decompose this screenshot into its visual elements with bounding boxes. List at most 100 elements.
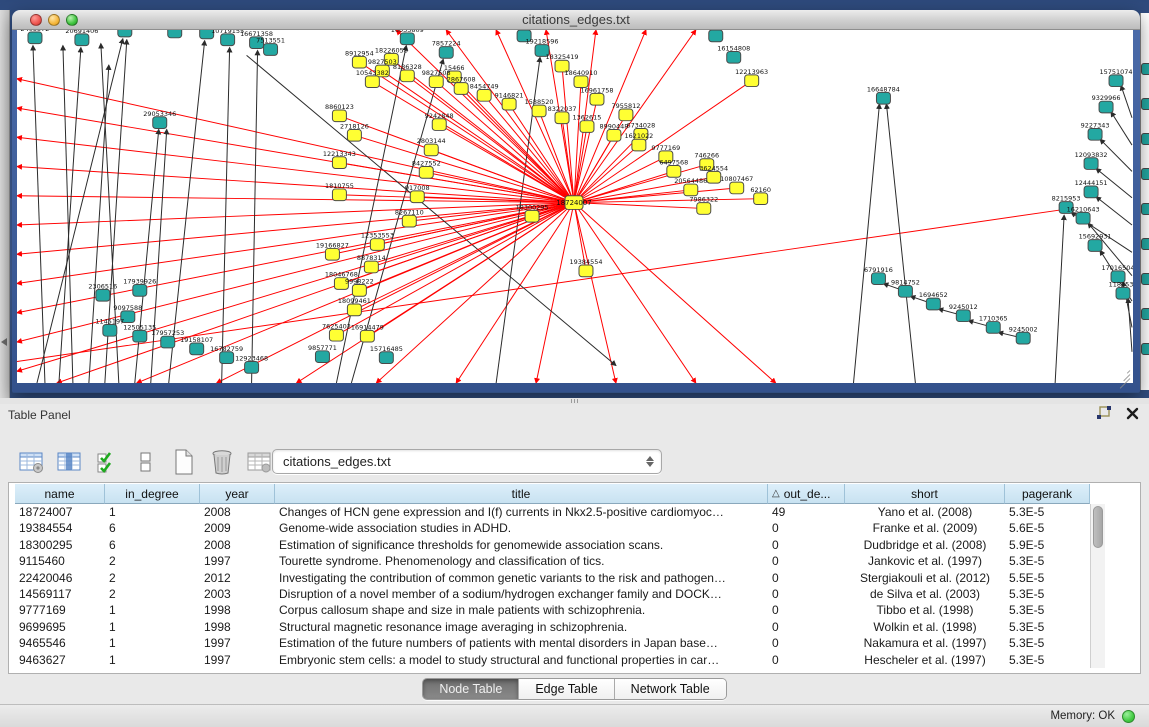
table-row[interactable]: 1872400712008Changes of HCN gene express…: [15, 504, 1090, 520]
graph-node[interactable]: [956, 310, 970, 322]
column-header-pagerank[interactable]: pagerank: [1005, 484, 1090, 504]
graph-edge[interactable]: [574, 203, 704, 209]
graph-node[interactable]: [502, 98, 516, 110]
column-header-year[interactable]: year: [200, 484, 275, 504]
graph-edge[interactable]: [1121, 86, 1132, 118]
graph-node[interactable]: [379, 352, 393, 364]
graph-edge[interactable]: [456, 203, 574, 383]
graph-node[interactable]: [871, 273, 885, 285]
graph-edge[interactable]: [222, 48, 230, 383]
graph-node[interactable]: [1016, 332, 1030, 344]
graph-node[interactable]: [168, 30, 182, 38]
graph-node[interactable]: [28, 32, 42, 44]
graph-edge[interactable]: [33, 46, 45, 383]
graph-node[interactable]: [332, 189, 346, 201]
graph-node[interactable]: [315, 351, 329, 363]
graph-node[interactable]: [1116, 287, 1130, 299]
graph-node[interactable]: [75, 34, 89, 46]
graph-node[interactable]: [103, 324, 117, 336]
table-select-dropdown[interactable]: citations_edges.txt: [272, 449, 662, 474]
graph-node[interactable]: [153, 117, 167, 129]
graph-node[interactable]: [429, 76, 443, 88]
graph-node[interactable]: [329, 329, 343, 341]
graph-node[interactable]: [580, 121, 594, 133]
column-edit-icon[interactable]: [56, 448, 84, 476]
graph-node[interactable]: [898, 285, 912, 297]
close-icon[interactable]: [1126, 407, 1139, 420]
graph-node[interactable]: [1099, 101, 1113, 113]
row-select-icon[interactable]: [94, 448, 122, 476]
graph-node[interactable]: [727, 51, 741, 63]
table-row[interactable]: 969969511998Structural magnetic resonanc…: [15, 619, 1090, 635]
graph-node[interactable]: [532, 105, 546, 117]
graph-node[interactable]: [684, 184, 698, 196]
graph-node[interactable]: [986, 322, 1000, 334]
graph-node[interactable]: [745, 75, 759, 87]
graph-edge[interactable]: [1055, 215, 1064, 383]
graph-node[interactable]: [439, 47, 453, 59]
graph-edge[interactable]: [17, 203, 574, 255]
column-header-in_degree[interactable]: in_degree: [105, 484, 200, 504]
graph-node[interactable]: [400, 70, 414, 82]
graph-node[interactable]: [118, 30, 132, 37]
table-settings-icon[interactable]: [18, 448, 46, 476]
graph-node[interactable]: [419, 167, 433, 179]
graph-edge[interactable]: [562, 66, 574, 203]
graph-node[interactable]: [96, 289, 110, 301]
graph-node[interactable]: [707, 171, 721, 183]
float-window-icon[interactable]: [1096, 406, 1112, 421]
column-header-short[interactable]: short: [845, 484, 1005, 504]
graph-node[interactable]: [632, 139, 646, 151]
graph-node[interactable]: [332, 110, 346, 122]
graph-node[interactable]: [190, 343, 204, 355]
graph-edge[interactable]: [17, 203, 574, 225]
graph-node[interactable]: [133, 330, 147, 342]
network-window-titlebar[interactable]: citations_edges.txt: [12, 10, 1140, 30]
graph-edge[interactable]: [886, 104, 915, 383]
graph-node[interactable]: [332, 157, 346, 169]
tab-node-table[interactable]: Node Table: [423, 679, 519, 699]
graph-node[interactable]: [1084, 158, 1098, 170]
graph-edge[interactable]: [574, 203, 696, 383]
graph-edge[interactable]: [854, 104, 880, 383]
graph-node[interactable]: [607, 129, 621, 141]
graph-node[interactable]: [221, 34, 235, 46]
table-scrollbar[interactable]: [1090, 504, 1105, 668]
table-row[interactable]: 1938455462009Genome-wide association stu…: [15, 520, 1090, 536]
graph-edge[interactable]: [1111, 112, 1132, 145]
table-row[interactable]: 946554611997Estimation of the future num…: [15, 635, 1090, 651]
graph-node[interactable]: [365, 76, 379, 88]
column-header-name[interactable]: name: [15, 484, 105, 504]
graph-node[interactable]: [754, 193, 768, 205]
graph-edge[interactable]: [536, 203, 574, 383]
column-header-title[interactable]: title: [275, 484, 768, 504]
scrollbar-thumb[interactable]: [1093, 506, 1103, 548]
graph-node[interactable]: [400, 33, 414, 45]
divider-grip-icon[interactable]: [571, 399, 580, 403]
collapse-panel-icon[interactable]: [1, 338, 7, 346]
table-row[interactable]: 946362711997Embryonic stem cells: a mode…: [15, 652, 1090, 668]
graph-node[interactable]: [325, 248, 339, 260]
graph-node[interactable]: [347, 129, 361, 141]
graph-node[interactable]: [709, 30, 723, 42]
memory-status-icon[interactable]: [1122, 710, 1135, 723]
graph-node[interactable]: [730, 182, 744, 194]
rows-icon[interactable]: [132, 448, 160, 476]
graph-node[interactable]: [697, 203, 711, 215]
graph-node[interactable]: [133, 285, 147, 297]
graph-node[interactable]: [410, 191, 424, 203]
graph-node[interactable]: [555, 112, 569, 124]
graph-node[interactable]: [264, 44, 278, 56]
import-table-disabled-icon[interactable]: [246, 448, 274, 476]
column-header-out_de[interactable]: △out_de...: [768, 484, 845, 504]
graph-node[interactable]: [590, 93, 604, 105]
table-row[interactable]: 911546021997Tourette syndrome. Phenomeno…: [15, 553, 1090, 569]
graph-node[interactable]: [619, 109, 633, 121]
background-network-window[interactable]: [1140, 13, 1149, 390]
graph-node[interactable]: [352, 285, 366, 297]
graph-node[interactable]: [360, 330, 374, 342]
graph-edge[interactable]: [1096, 197, 1132, 225]
graph-node[interactable]: [1076, 212, 1090, 224]
graph-node[interactable]: [876, 92, 890, 104]
graph-edge[interactable]: [359, 203, 574, 291]
